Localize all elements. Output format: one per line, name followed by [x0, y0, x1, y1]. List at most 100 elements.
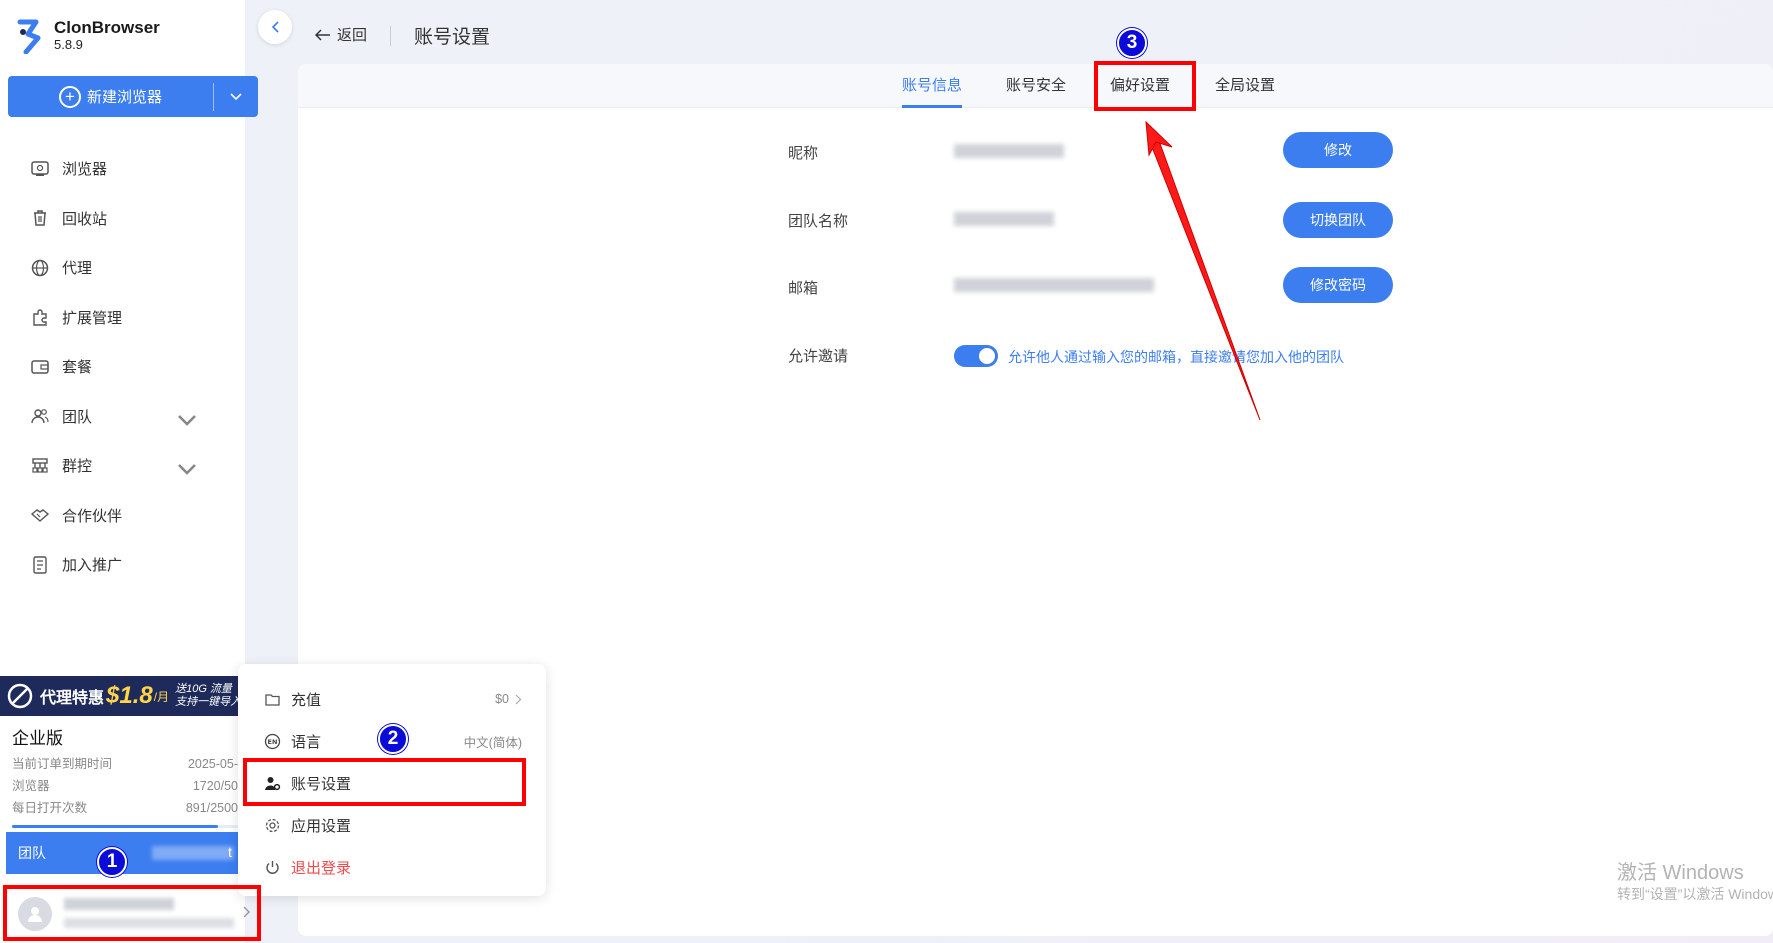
svg-text:EN: EN [268, 738, 278, 746]
sidebar-item-recycle-bin[interactable]: 回收站 [0, 194, 245, 244]
chevron-right-icon [515, 694, 522, 704]
sidebar-item-label: 套餐 [62, 359, 93, 377]
edit-nickname-button[interactable]: 修改 [1283, 132, 1393, 168]
tab-global-settings[interactable]: 全局设置 [1215, 64, 1275, 108]
plan-info: 企业版 当前订单到期时间 2025-05- 浏览器 1720/50 每日打开次数… [12, 724, 238, 828]
nickname-value-redacted [954, 144, 1064, 158]
sidebar-item-partners[interactable]: 合作伙伴 [0, 491, 245, 541]
plan-row-label: 浏览器 [12, 779, 50, 793]
back-button[interactable]: 返回 [315, 24, 367, 45]
step-badge-2: 2 [378, 724, 408, 754]
usage-progress-fill [12, 825, 218, 828]
sidebar-item-extensions[interactable]: 扩展管理 [0, 293, 245, 343]
promo-line-2: 支持一键导入 [175, 696, 242, 708]
tab-strip: 账号信息 账号安全 偏好设置 全局设置 [298, 64, 1773, 108]
new-browser-dropdown[interactable] [214, 76, 258, 117]
clonbrowser-logo-icon [17, 19, 41, 54]
team-name-redacted [152, 846, 234, 860]
sidebar-item-label: 团队 [62, 408, 93, 426]
sidebar-item-label: 加入推广 [62, 557, 123, 575]
power-icon [266, 860, 279, 874]
popup-item-logout[interactable]: 退出登录 [238, 846, 546, 888]
popup-item-label: 退出登录 [291, 859, 352, 877]
allow-invite-toggle[interactable] [954, 345, 998, 367]
sidebar-item-label: 浏览器 [62, 161, 108, 179]
promo-price: $1.8 [106, 682, 153, 709]
new-browser-label: 新建浏览器 [86, 89, 162, 106]
email-label: 邮箱 [788, 280, 819, 297]
team-suffix: t [228, 844, 232, 860]
step-badge-3: 3 [1117, 28, 1147, 58]
switch-team-button[interactable]: 切换团队 [1283, 202, 1393, 238]
allow-invite-label: 允许邀请 [788, 348, 849, 365]
header-divider [390, 26, 391, 46]
promo-line-1: 送10G 流量 [175, 683, 232, 695]
chevron-down-icon [178, 414, 196, 426]
sidebar-item-team[interactable]: 团队 [0, 392, 245, 442]
no-sign-icon [7, 683, 33, 709]
annotation-box-preferences-tab [1094, 61, 1196, 111]
app-version: 5.8.9 [54, 37, 83, 52]
plan-row-label: 当前订单到期时间 [12, 757, 113, 771]
app-logo: ClonBrowser 5.8.9 [16, 18, 160, 54]
email-value-redacted [954, 278, 1154, 292]
app-name: ClonBrowser [54, 18, 160, 37]
browser-icon [31, 161, 49, 176]
nickname-label: 昵称 [788, 145, 819, 162]
usage-progress-bar [12, 825, 238, 828]
sidebar-item-group-control[interactable]: 群控 [0, 441, 245, 491]
sidebar-item-referral[interactable]: 加入推广 [0, 540, 245, 590]
allow-invite-description: 允许他人通过输入您的邮箱，直接邀请您加入他的团队 [1008, 349, 1344, 365]
sidebar-item-label: 群控 [62, 458, 93, 476]
annotation-box-user-card [3, 885, 261, 941]
gear-icon [265, 818, 280, 832]
sidebar-item-plans[interactable]: 套餐 [0, 342, 245, 392]
trash-icon [34, 210, 46, 226]
sidebar-item-label: 回收站 [62, 210, 108, 228]
page-title: 账号设置 [414, 27, 491, 48]
change-password-button[interactable]: 修改密码 [1283, 267, 1393, 303]
sidebar-item-label: 扩展管理 [62, 309, 123, 327]
sidebar-menu: 浏览器 回收站 代理 扩展管理 套餐 团队 群控 合作伙伴 加入推广 [0, 144, 245, 590]
sync-control-icon [32, 458, 48, 473]
sidebar-item-label: 合作伙伴 [62, 507, 123, 525]
tab-account-security[interactable]: 账号安全 [1006, 64, 1066, 108]
popup-item-label: 应用设置 [291, 817, 352, 835]
team-name-label: 团队名称 [788, 213, 849, 230]
plus-icon: + [58, 85, 81, 108]
sidebar-item-proxy[interactable]: 代理 [0, 243, 245, 293]
sidebar-item-label: 代理 [62, 260, 93, 278]
popup-item-app-settings[interactable]: 应用设置 [238, 804, 546, 846]
sidebar-item-browser[interactable]: 浏览器 [0, 144, 245, 194]
step-badge-1: 1 [97, 847, 127, 877]
promo-unit: /月 [153, 689, 170, 704]
referral-icon [33, 556, 47, 574]
wallet-icon [31, 360, 49, 374]
sidebar: ClonBrowser 5.8.9 + 新建浏览器 浏览器 回收站 代理 扩展管… [0, 0, 258, 943]
new-browser-main[interactable]: + 新建浏览器 [8, 76, 213, 117]
plan-row-value: 2025-05- [187, 757, 238, 771]
proxy-promo-banner[interactable]: 代理特惠 $1.8 /月 送10G 流量 支持一键导入 [0, 676, 245, 716]
chevron-left-icon [271, 21, 279, 33]
team-label: 团队 [18, 845, 46, 861]
plan-row: 浏览器 1720/50 [12, 775, 238, 797]
plan-row-value: 891/2500 [185, 801, 238, 815]
annotation-box-account-settings [243, 758, 526, 806]
team-name-value-redacted [954, 212, 1054, 226]
chevron-down-icon [178, 464, 196, 475]
back-label: 返回 [337, 27, 368, 44]
collapse-sidebar-button[interactable] [258, 10, 292, 44]
popup-item-label: 充值 [291, 691, 322, 709]
windows-activation-hint: 转到“设置”以激活 Windows。 [1617, 886, 1773, 902]
tab-account-info[interactable]: 账号信息 [902, 64, 963, 108]
arrow-left-icon [315, 28, 330, 41]
language-value: 中文(简体) [463, 735, 522, 750]
plan-row: 当前订单到期时间 2025-05- [12, 753, 238, 775]
team-icon [31, 409, 49, 424]
puzzle-icon [33, 309, 47, 326]
new-browser-button[interactable]: + 新建浏览器 [8, 76, 258, 117]
plan-row-label: 每日打开次数 [12, 801, 88, 815]
language-icon: EN [264, 733, 281, 749]
promo-text: 代理特惠 [40, 690, 105, 707]
popup-item-recharge[interactable]: 充值 $0 [238, 678, 546, 720]
